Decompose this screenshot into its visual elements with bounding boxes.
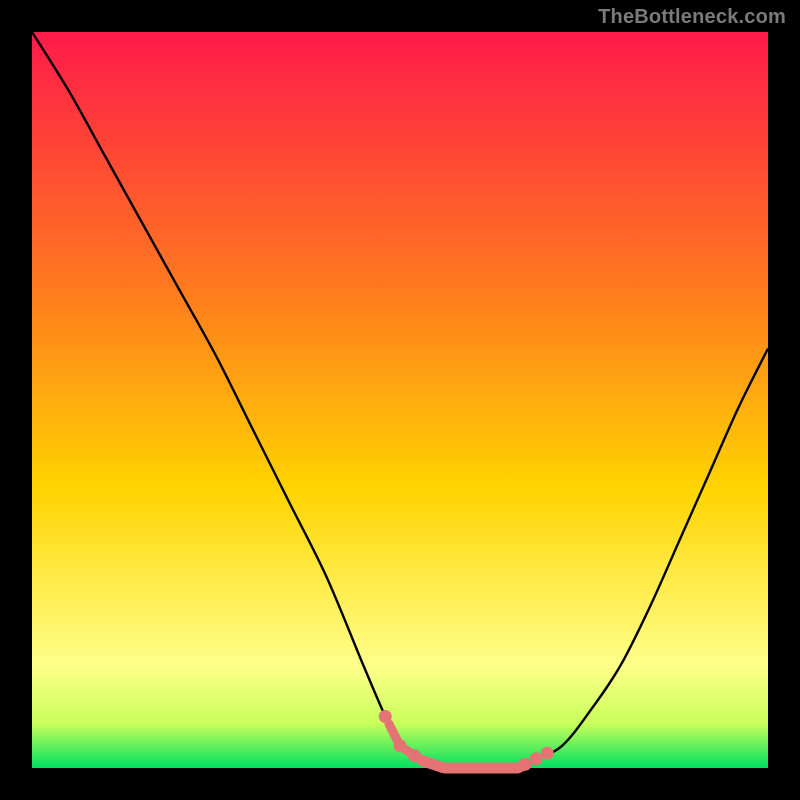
chart-stage: TheBottleneck.com [0, 0, 800, 800]
chart-canvas [0, 0, 800, 800]
gradient-background [32, 32, 768, 768]
attribution-text: TheBottleneck.com [598, 6, 786, 29]
